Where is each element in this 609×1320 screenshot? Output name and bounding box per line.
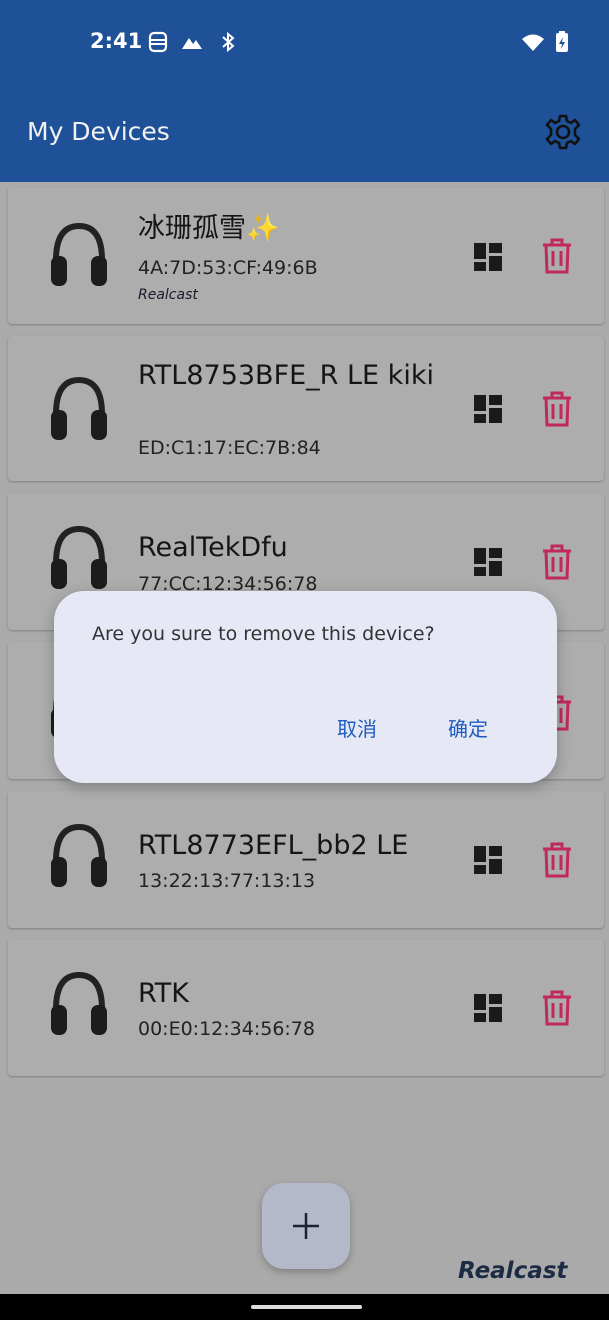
confirm-button[interactable]: 确定: [448, 713, 488, 742]
dialog-message: Are you sure to remove this device?: [92, 623, 435, 645]
cancel-button[interactable]: 取消: [337, 713, 377, 742]
app-screen: 2:41 My Devices 冰珊孤雪✨ 4A:7D:53:CF:49:6B …: [0, 0, 609, 1320]
remove-device-dialog: Are you sure to remove this device? 取消 确…: [54, 591, 557, 783]
